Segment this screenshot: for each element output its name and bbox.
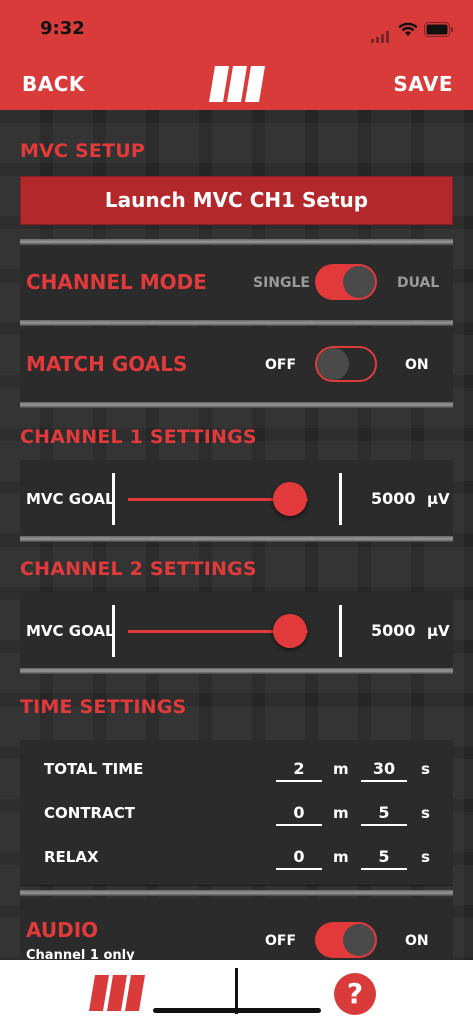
audio-label: AUDIO: [26, 918, 99, 942]
channel2-unit: µV: [427, 622, 450, 640]
slider-thumb[interactable]: [273, 614, 307, 648]
minutes-input[interactable]: 0: [276, 803, 322, 822]
slider-thumb[interactable]: [273, 482, 307, 516]
slider-left-bound: [112, 605, 115, 657]
divider: [20, 320, 453, 326]
input-underline: [361, 868, 407, 870]
input-underline: [276, 868, 322, 870]
on-label: ON: [405, 357, 429, 373]
on-label: ON: [405, 933, 429, 949]
signal-icon: [371, 28, 393, 47]
slider-right-bound: [339, 473, 342, 525]
match-goals-toggle[interactable]: [315, 346, 377, 382]
time-row-label: CONTRACT: [44, 804, 135, 822]
back-button[interactable]: BACK: [22, 72, 85, 96]
input-underline: [276, 824, 322, 826]
channel1-mvc-value: 5000: [371, 489, 416, 508]
seconds-unit: s: [421, 804, 430, 822]
mvc-setup-heading: MVC SETUP: [20, 140, 145, 162]
channel2-mvc-value: 5000: [371, 621, 416, 640]
channel2-mvc-slider[interactable]: [128, 614, 328, 650]
input-underline: [361, 824, 407, 826]
channel1-mvc-slider[interactable]: [128, 482, 328, 518]
toggle-knob: [317, 348, 349, 380]
divider: [20, 536, 453, 542]
audio-toggle[interactable]: [315, 922, 377, 958]
minutes-input[interactable]: 0: [276, 847, 322, 866]
minutes-unit: m: [333, 760, 349, 778]
save-button[interactable]: SAVE: [393, 72, 453, 96]
off-label: OFF: [265, 357, 297, 373]
divider: [20, 890, 453, 896]
launch-mvc-button[interactable]: Launch MVC CH1 Setup: [20, 176, 453, 225]
mvc-goal-label: MVC GOAL: [26, 622, 115, 640]
seconds-input[interactable]: 5: [361, 847, 407, 866]
divider: [20, 668, 453, 674]
battery-icon: [424, 22, 454, 41]
channel1-heading: CHANNEL 1 SETTINGS: [20, 426, 257, 448]
wifi-icon: [398, 22, 418, 42]
m-logo-icon: [207, 64, 269, 108]
time-row-label: RELAX: [44, 848, 99, 866]
slider-right-bound: [339, 605, 342, 657]
m-logo-tab-icon[interactable]: [86, 973, 150, 1017]
match-goals-label: MATCH GOALS: [26, 352, 188, 376]
channel1-unit: µV: [427, 490, 450, 508]
toggle-knob: [343, 924, 375, 956]
off-label: OFF: [265, 933, 297, 949]
minutes-unit: m: [333, 804, 349, 822]
channel-mode-label: CHANNEL MODE: [26, 270, 207, 294]
channel2-heading: CHANNEL 2 SETTINGS: [20, 558, 257, 580]
slider-left-bound: [112, 473, 115, 525]
seconds-unit: s: [421, 760, 430, 778]
tab-separator: [235, 968, 238, 1014]
channel-mode-toggle[interactable]: [315, 264, 377, 300]
seconds-input[interactable]: 30: [361, 759, 407, 778]
single-label: SINGLE: [253, 275, 310, 291]
help-button[interactable]: ?: [334, 973, 376, 1015]
seconds-input[interactable]: 5: [361, 803, 407, 822]
dual-label: DUAL: [397, 275, 440, 291]
input-underline: [361, 780, 407, 782]
time-row-label: TOTAL TIME: [44, 760, 144, 778]
seconds-unit: s: [421, 848, 430, 866]
minutes-unit: m: [333, 848, 349, 866]
input-underline: [276, 780, 322, 782]
status-time: 9:32: [40, 18, 85, 39]
time-settings-heading: TIME SETTINGS: [20, 696, 187, 718]
minutes-input[interactable]: 2: [276, 759, 322, 778]
divider: [20, 402, 453, 408]
toggle-knob: [343, 266, 375, 298]
divider: [20, 239, 453, 245]
mvc-goal-label: MVC GOAL: [26, 490, 115, 508]
